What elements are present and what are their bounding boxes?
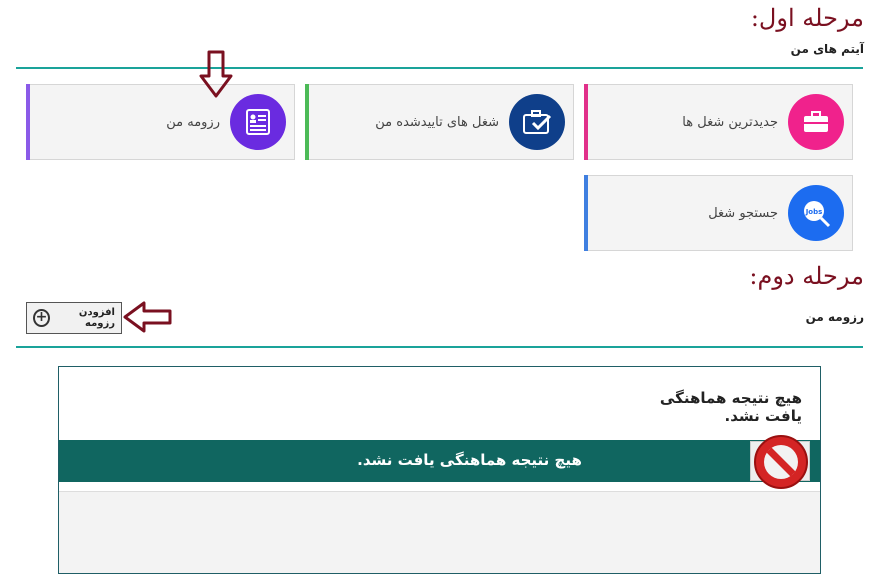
briefcase-icon <box>788 94 844 150</box>
resume-icon <box>230 94 286 150</box>
my-items-label: آیتم های من <box>790 42 864 56</box>
briefcase-check-icon <box>509 94 565 150</box>
add-resume-button[interactable]: + افزودن رزومه <box>26 302 122 334</box>
add-resume-label: افزودن رزومه <box>78 307 115 329</box>
card-accent-bar <box>584 84 588 160</box>
card-resume[interactable]: رزومه من <box>26 84 295 160</box>
card-latest-jobs[interactable]: جدیدترین شغل ها <box>584 84 853 160</box>
results-panel: هیچ نتیجه هماهنگی یافت نشد. هیچ نتیجه هم… <box>58 366 821 574</box>
no-entry-icon <box>754 435 808 489</box>
card-job-search[interactable]: Jobs جستجو شغل <box>584 175 853 251</box>
card-resume-label: رزومه من <box>166 114 220 130</box>
down-arrow-icon <box>199 50 233 98</box>
panel-footer <box>59 491 820 573</box>
card-accent-bar <box>26 84 30 160</box>
section-divider <box>16 346 863 348</box>
card-latest-jobs-label: جدیدترین شغل ها <box>682 114 778 130</box>
card-job-search-label: جستجو شغل <box>708 205 778 221</box>
section-divider <box>16 67 863 69</box>
stage2-title: مرحله دوم: <box>749 262 864 290</box>
plus-circle-icon: + <box>33 309 51 327</box>
jobs-search-icon: Jobs <box>788 185 844 241</box>
card-accent-bar <box>305 84 309 160</box>
card-accent-bar <box>584 175 588 251</box>
jobs-icon-text: Jobs <box>805 208 823 216</box>
left-arrow-icon <box>123 301 172 333</box>
no-results-band-text: هیچ نتیجه هماهنگی یافت نشد. <box>357 451 582 469</box>
my-resume-label: رزومه من <box>805 310 864 324</box>
card-approved-jobs[interactable]: شغل های تاییدشده من <box>305 84 574 160</box>
no-results-band: هیچ نتیجه هماهنگی یافت نشد. <box>59 440 820 482</box>
no-results-message: هیچ نتیجه هماهنگی یافت نشد. <box>659 389 802 425</box>
card-approved-jobs-label: شغل های تاییدشده من <box>375 114 499 130</box>
stage1-title: مرحله اول: <box>750 4 864 32</box>
